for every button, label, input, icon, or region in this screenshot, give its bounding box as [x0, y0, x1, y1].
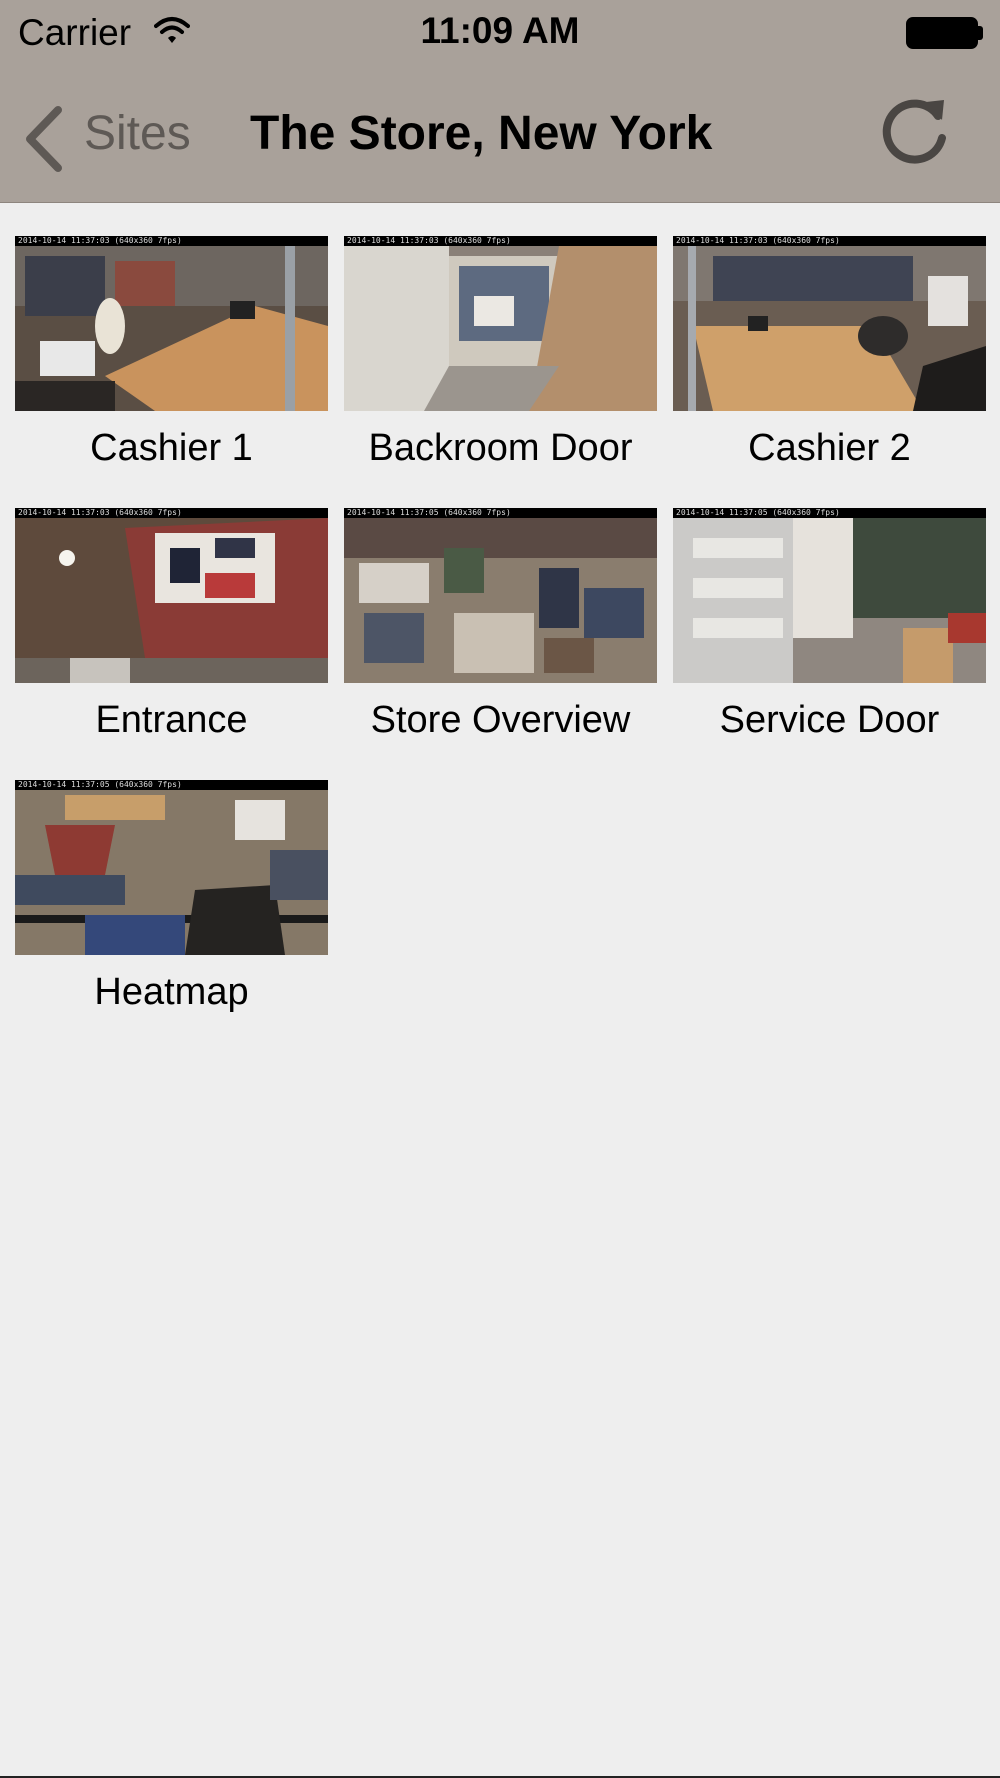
camera-thumbnail[interactable]: 2014-10-14 11:37:03 (640x360 7fps): [344, 236, 657, 411]
camera-timestamp: 2014-10-14 11:37:03 (640x360 7fps): [673, 236, 986, 246]
camera-label: Store Overview: [370, 699, 631, 741]
camera-thumbnail[interactable]: 2014-10-14 11:37:03 (640x360 7fps): [673, 236, 986, 411]
camera-timestamp: 2014-10-14 11:37:05 (640x360 7fps): [15, 780, 328, 790]
battery-icon: [906, 17, 978, 49]
camera-tile-entrance[interactable]: 2014-10-14 11:37:03 (640x360 7fps) Entra…: [15, 508, 328, 742]
refresh-icon: [882, 99, 946, 164]
camera-tile-cashier-1[interactable]: 2014-10-14 11:37:03 (640x360 7fps) Cashi…: [15, 236, 328, 470]
camera-thumbnail[interactable]: 2014-10-14 11:37:03 (640x360 7fps): [15, 236, 328, 411]
camera-tile-cashier-2[interactable]: 2014-10-14 11:37:03 (640x360 7fps) Cashi…: [673, 236, 986, 470]
camera-tile-service-door[interactable]: 2014-10-14 11:37:05 (640x360 7fps) Servi…: [673, 508, 986, 742]
camera-tile-heatmap[interactable]: 2014-10-14 11:37:05 (640x360 7fps) Heatm…: [15, 780, 328, 1014]
refresh-button[interactable]: [880, 94, 952, 166]
camera-label: Entrance: [95, 699, 248, 741]
camera-label: Backroom Door: [368, 427, 633, 469]
clock: 11:09 AM: [420, 10, 580, 51]
status-bar: Carrier 11:09 AM: [0, 0, 1000, 70]
camera-label: Cashier 2: [748, 427, 911, 469]
camera-label: Cashier 1: [90, 427, 253, 469]
back-label: Sites: [84, 107, 191, 160]
battery-nub: [978, 26, 983, 40]
camera-thumbnail[interactable]: 2014-10-14 11:37:05 (640x360 7fps): [15, 780, 328, 955]
camera-timestamp: 2014-10-14 11:37:05 (640x360 7fps): [673, 508, 986, 518]
camera-tile-backroom-door[interactable]: 2014-10-14 11:37:03 (640x360 7fps) Backr…: [344, 236, 657, 470]
page-title: The Store, New York: [250, 107, 713, 160]
camera-timestamp: 2014-10-14 11:37:03 (640x360 7fps): [15, 508, 328, 518]
back-button[interactable]: Sites: [22, 98, 222, 178]
chevron-left-icon: [22, 104, 66, 179]
camera-label: Heatmap: [94, 971, 249, 1013]
camera-timestamp: 2014-10-14 11:37:03 (640x360 7fps): [344, 236, 657, 246]
camera-thumbnail[interactable]: 2014-10-14 11:37:05 (640x360 7fps): [673, 508, 986, 683]
camera-thumbnail[interactable]: 2014-10-14 11:37:03 (640x360 7fps): [15, 508, 328, 683]
camera-label: Service Door: [719, 699, 940, 741]
camera-tile-store-overview[interactable]: 2014-10-14 11:37:05 (640x360 7fps) Store…: [344, 508, 657, 742]
camera-timestamp: 2014-10-14 11:37:03 (640x360 7fps): [15, 236, 328, 246]
camera-timestamp: 2014-10-14 11:37:05 (640x360 7fps): [344, 508, 657, 518]
camera-thumbnail[interactable]: 2014-10-14 11:37:05 (640x360 7fps): [344, 508, 657, 683]
navigation-bar: Sites The Store, New York: [0, 70, 1000, 203]
